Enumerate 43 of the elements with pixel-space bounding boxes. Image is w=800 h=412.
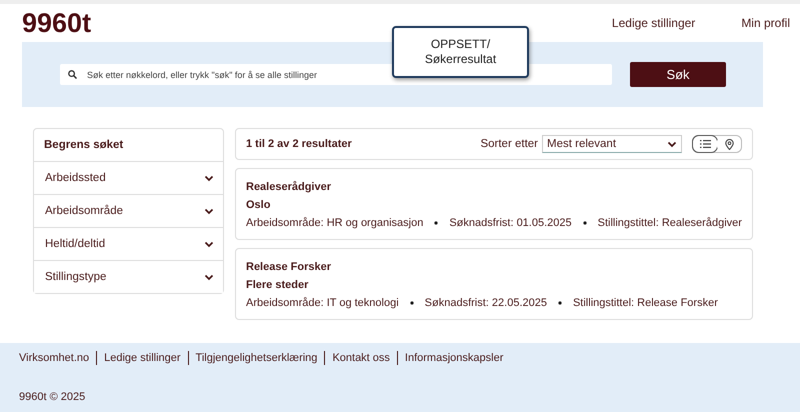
- result-count: 1 til 2 av 2 resultater: [246, 138, 353, 150]
- footer-link[interactable]: Tilgjengelighetserklæring: [196, 352, 318, 364]
- view-toggle[interactable]: [693, 136, 717, 152]
- view-toggle[interactable]: [717, 136, 741, 152]
- filter-label: Heltid/deltid: [45, 238, 106, 250]
- nav-link[interactable]: Ledige stillinger: [612, 16, 696, 30]
- job-detail: Søknadsfrist: 01.05.2025: [449, 217, 572, 229]
- job-title[interactable]: Realeserådgiver: [246, 181, 742, 193]
- job-detail: Arbeidsområde: HR og organisasjon: [246, 217, 424, 229]
- annotation-tooltip: OPPSETT/ Søkerresultat: [392, 26, 529, 78]
- chevron-icon: [204, 274, 214, 280]
- chevron-icon: [204, 240, 214, 248]
- nav-link[interactable]: Min profil: [741, 16, 790, 30]
- job-card[interactable]: Realeserådgiver Oslo Arbeidsområde: HR og organisasjon Søknadsfrist: 01.05.2025 Stillingstittel: Realeserådgiver: [235, 168, 753, 240]
- filter-label: Arbeidsområde: [45, 205, 123, 217]
- footer-link[interactable]: Ledige stillinger: [104, 352, 181, 364]
- copyright: 9960t © 2025: [19, 391, 86, 403]
- bullet-icon: [558, 301, 562, 305]
- job-detail: Søknadsfrist: 22.05.2025: [424, 297, 547, 309]
- sort-label: Sorter etter: [480, 138, 538, 150]
- bullet-icon: [582, 221, 587, 225]
- sort-dropdown[interactable]: Mest relevant: [542, 135, 682, 153]
- job-location: Oslo: [246, 199, 272, 211]
- bullet-icon: [434, 221, 438, 225]
- job-title[interactable]: Release Forsker: [246, 261, 742, 273]
- filter-label: Arbeidssted: [45, 172, 106, 184]
- search-icon: [68, 70, 77, 79]
- job-detail: Stillingstittel: Release Forsker: [572, 297, 718, 309]
- job-detail: Stillingstittel: Realeserådgiver: [598, 217, 742, 229]
- search-button[interactable]: Søk: [630, 62, 726, 87]
- job-card[interactable]: Release Forsker Flere steder Arbeidsområde: IT og teknologi Søknadsfrist: 22.05.2025 Stillingstittel: Release Forsker: [235, 248, 753, 320]
- chevron-icon: [204, 174, 214, 182]
- footer-link[interactable]: Virksomhet.no: [19, 352, 90, 364]
- footer-link[interactable]: Kontakt oss: [332, 352, 390, 364]
- filter-label: Stillingstype: [45, 271, 106, 283]
- footer-link[interactable]: Informasjonskapsler: [404, 352, 504, 364]
- map-pin-icon: [724, 138, 734, 150]
- list-icon: [700, 139, 710, 149]
- job-location: Flere steder: [246, 279, 310, 291]
- chevron-icon: [667, 140, 677, 148]
- chevron-icon: [204, 208, 214, 214]
- job-detail: Arbeidsområde: IT og teknologi: [246, 297, 399, 309]
- bullet-icon: [410, 301, 414, 305]
